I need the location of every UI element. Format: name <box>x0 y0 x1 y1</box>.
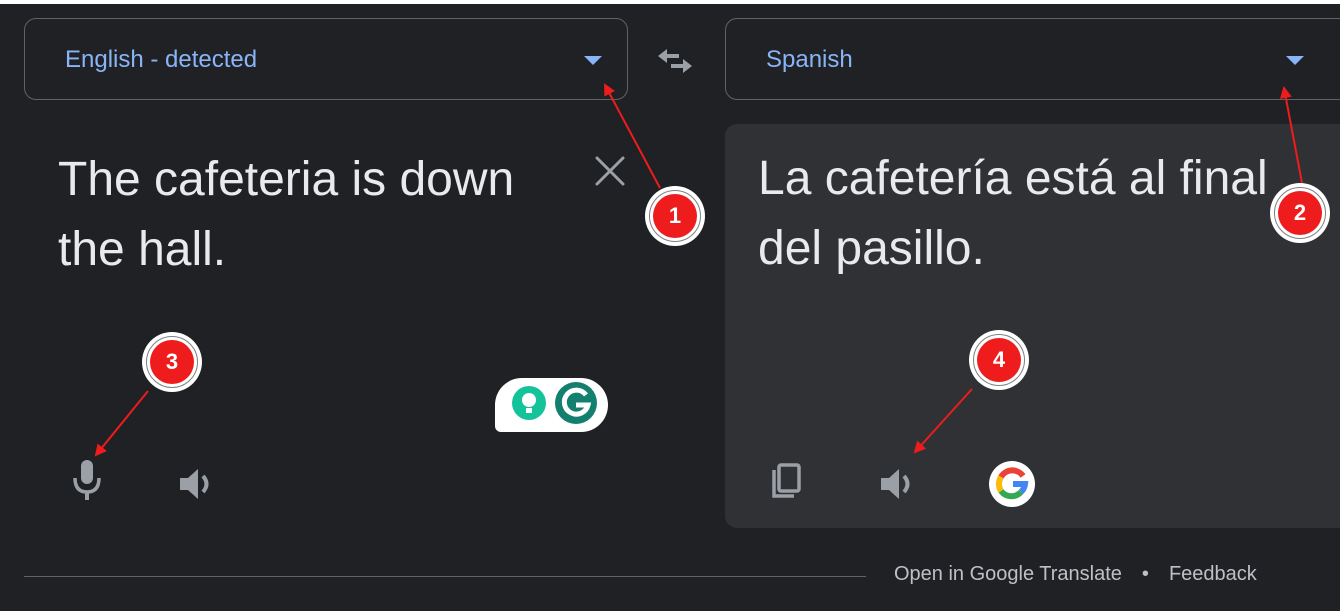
annotation-badge-1: 1 <box>645 186 705 246</box>
translation-output-panel: La cafetería está al final del pasillo. <box>725 124 1340 528</box>
chevron-down-icon <box>1286 56 1304 65</box>
grammarly-widget-icon <box>512 382 597 424</box>
top-edge <box>0 0 1340 4</box>
google-logo-icon[interactable] <box>988 460 1036 508</box>
speaker-icon[interactable] <box>178 466 218 502</box>
chevron-down-icon <box>584 56 602 65</box>
grammarly-widget[interactable] <box>495 378 608 432</box>
annotation-badge-4: 4 <box>969 330 1029 390</box>
translation-text: La cafetería está al final del pasillo. <box>758 152 1268 275</box>
target-language-dropdown[interactable]: Spanish <box>725 18 1340 100</box>
footer-links: Open in Google Translate • Feedback <box>894 563 1257 586</box>
source-language-label: English - detected <box>65 46 258 73</box>
open-in-google-translate-link[interactable]: Open in Google Translate <box>894 563 1122 585</box>
speaker-icon[interactable] <box>879 466 919 502</box>
microphone-icon[interactable] <box>70 458 104 504</box>
footer-divider <box>24 576 866 577</box>
copy-icon[interactable] <box>768 462 804 502</box>
target-language-label: Spanish <box>766 46 853 73</box>
annotation-badge-2: 2 <box>1270 183 1330 243</box>
source-text-input[interactable]: The cafeteria is down the hall. <box>58 145 558 285</box>
close-icon[interactable] <box>593 154 627 188</box>
badge-number: 3 <box>150 340 194 384</box>
badge-number: 2 <box>1278 191 1322 235</box>
source-language-dropdown[interactable]: English - detected <box>24 18 628 100</box>
swap-languages-icon[interactable] <box>655 48 695 74</box>
badge-number: 1 <box>653 194 697 238</box>
footer-separator: • <box>1141 563 1149 585</box>
badge-number: 4 <box>977 338 1021 382</box>
annotation-arrow-3 <box>94 390 149 457</box>
feedback-link[interactable]: Feedback <box>1169 563 1257 585</box>
annotation-badge-3: 3 <box>142 332 202 392</box>
